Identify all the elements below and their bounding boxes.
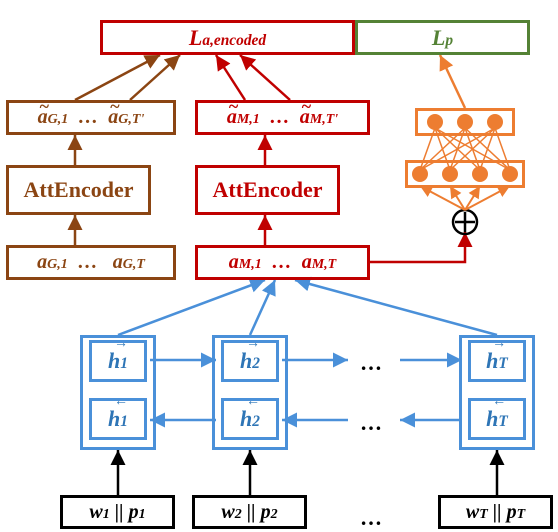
input-1-label: w1 || p1 — [89, 501, 145, 524]
loss-p-box: Lp — [355, 20, 530, 55]
a-tilde-m-box: aM,1 … aM,T' — [195, 100, 370, 135]
input-dots: … — [360, 505, 382, 531]
a-g-box: aG,1 … aG,T — [6, 245, 176, 280]
hT-forward: hT — [468, 340, 526, 382]
input-1: w1 || p1 — [60, 495, 175, 529]
loss-p-label: Lp — [432, 25, 453, 51]
mlp-l2-dot3 — [487, 114, 503, 130]
input-T: wT || pT — [438, 495, 553, 529]
a-tilde-g-content: aG,1 … aG,T' — [38, 106, 145, 129]
input-2: w2 || p2 — [192, 495, 307, 529]
mlp-l2-dot1 — [427, 114, 443, 130]
mlp-l1-dot3 — [472, 166, 488, 182]
h2-backward: h2 — [221, 398, 279, 440]
input-2-label: w2 || p2 — [221, 501, 277, 524]
bilstm-dots-upper: … — [360, 350, 382, 376]
loss-a-encoded-box: La,encoded — [100, 20, 355, 55]
mlp-l2-dot2 — [457, 114, 473, 130]
input-T-label: wT || pT — [466, 501, 525, 524]
h1-forward: h1 — [89, 340, 147, 382]
h2-forward: h2 — [221, 340, 279, 382]
a-tilde-g-box: aG,1 … aG,T' — [6, 100, 176, 135]
att-encoder-right-label: AttEncoder — [213, 177, 323, 203]
loss-a-encoded-label: La,encoded — [189, 25, 266, 51]
a-g-content: aG,1 … aG,T — [37, 251, 145, 274]
mlp-l1-dot1 — [412, 166, 428, 182]
a-m-content: aM,1 … aM,T — [229, 251, 336, 274]
bilstm-dots-lower: … — [360, 410, 382, 436]
mlp-l1-dot4 — [502, 166, 518, 182]
att-encoder-left: AttEncoder — [6, 165, 151, 215]
att-encoder-right: AttEncoder — [195, 165, 340, 215]
hT-backward: hT — [468, 398, 526, 440]
mlp-l1-dot2 — [442, 166, 458, 182]
att-encoder-left-label: AttEncoder — [24, 177, 134, 203]
h1-backward: h1 — [89, 398, 147, 440]
a-m-box: aM,1 … aM,T — [195, 245, 370, 280]
a-tilde-m-content: aM,1 … aM,T' — [227, 106, 338, 129]
